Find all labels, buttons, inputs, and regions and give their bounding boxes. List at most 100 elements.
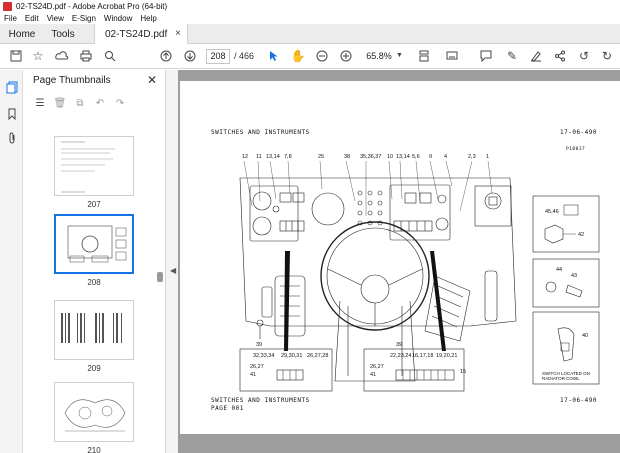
callout-label: 39 [396, 342, 402, 348]
callout-label: 9 [429, 154, 432, 160]
tab-bar: Home Tools 02-TS24D.pdf × [0, 24, 620, 44]
page-footer-right: 17-06-490 [560, 397, 598, 404]
tab-tools[interactable]: Tools [44, 24, 82, 44]
callout-label: 16,17,18 [412, 353, 433, 359]
acrobat-icon [3, 1, 12, 11]
zoom-out-icon[interactable] [314, 48, 330, 64]
fill-sign-icon[interactable] [528, 48, 544, 64]
menu-help[interactable]: Help [140, 14, 156, 23]
pdf-page: SWITCHES AND INSTRUMENTS 17-06-490 P1003… [180, 81, 620, 434]
callout-label: 11 [256, 154, 262, 160]
tab-home[interactable]: Home [0, 24, 44, 44]
thumbnail-image [54, 382, 134, 442]
close-panel-icon[interactable]: ✕ [147, 73, 157, 87]
cloud-upload-icon[interactable] [54, 48, 70, 64]
callout-label: 35,36,37 [360, 154, 381, 160]
share-icon[interactable] [552, 48, 568, 64]
toolbar: ☆ 208 / 466 ✋ 65.8% ▼ ✎ ↺ ↻ [0, 44, 620, 69]
callout-label: 39 [256, 342, 262, 348]
page-number-input[interactable]: 208 [206, 49, 230, 64]
callout-label: 42 [578, 232, 584, 238]
panel-toolbar: ☰ 🗑 ⧉ ↶ ↷ [24, 94, 166, 112]
window-title: 02-TS24D.pdf - Adobe Acrobat Pro (64-bit… [16, 1, 168, 11]
callout-label: 25 [318, 154, 324, 160]
menu-window[interactable]: Window [104, 14, 132, 23]
thumbnail-label: 207 [87, 200, 101, 209]
tab-document-label: 02-TS24D.pdf [105, 28, 168, 40]
menu-view[interactable]: View [47, 14, 64, 23]
menu-edit[interactable]: Edit [25, 14, 39, 23]
thumbnail-options-icon[interactable]: ☰ [33, 96, 47, 110]
rotate-left-icon[interactable]: ↺ [576, 48, 592, 64]
callout-label: 5,6 [412, 154, 420, 160]
callout-label: 1 [486, 154, 489, 160]
next-page-icon[interactable] [182, 48, 198, 64]
callout-label: 7,8 [284, 154, 292, 160]
callout-label: 44 [556, 267, 562, 273]
callout-label: 32,33,34 [253, 353, 274, 359]
page-footer-left: SWITCHES AND INSTRUMENTS [211, 397, 310, 404]
redo-icon[interactable]: ↷ [113, 96, 127, 110]
thumbnail-scrollbar[interactable] [157, 118, 163, 453]
pen-icon[interactable]: ✎ [504, 48, 520, 64]
chevron-down-icon[interactable]: ▼ [396, 52, 403, 59]
comment-icon[interactable] [478, 48, 494, 64]
menu-bar: File Edit View E-Sign Window Help [0, 12, 620, 24]
thumbnail-209[interactable]: 209 [54, 300, 134, 373]
callout-label: 2,3 [468, 154, 476, 160]
document-viewport[interactable]: SWITCHES AND INSTRUMENTS 17-06-490 P1003… [178, 70, 620, 453]
callout-label: 26,27 [370, 364, 384, 370]
previous-page-icon[interactable] [158, 48, 174, 64]
search-icon[interactable] [102, 48, 118, 64]
print-icon[interactable] [78, 48, 94, 64]
close-icon[interactable]: × [175, 28, 181, 39]
panel-title: Page Thumbnails [33, 75, 111, 86]
callout-label: 45,46 [545, 209, 559, 215]
thumbnail-207[interactable]: 207 [54, 136, 134, 209]
callout-label: 12 [242, 154, 248, 160]
save-icon[interactable] [8, 48, 24, 64]
thumbnail-image [54, 136, 134, 196]
callout-label: 43 [571, 273, 577, 279]
thumbnail-label: 209 [87, 364, 101, 373]
tab-document[interactable]: 02-TS24D.pdf × [94, 24, 188, 44]
select-cursor-icon[interactable] [266, 48, 282, 64]
callout-label: 22,23,24 [390, 353, 411, 359]
page-display-icon[interactable] [416, 48, 432, 64]
zoom-in-icon[interactable] [338, 48, 354, 64]
callout-label: 26,27 [250, 364, 264, 370]
rotate-right-icon[interactable]: ↻ [599, 48, 615, 64]
callout-label: 29,30,31 [281, 353, 302, 359]
keyboard-icon[interactable] [444, 48, 460, 64]
menu-esign[interactable]: E-Sign [72, 14, 96, 23]
title-bar: 02-TS24D.pdf - Adobe Acrobat Pro (64-bit… [0, 0, 620, 12]
collapse-panel-icon[interactable]: ◀ [170, 266, 176, 275]
trash-icon[interactable]: 🗑 [53, 96, 67, 110]
bookmark-icon[interactable] [4, 106, 19, 121]
undo-icon[interactable]: ↶ [93, 96, 107, 110]
zoom-level-select[interactable]: 65.8% [360, 49, 398, 64]
note-text: RADIATOR COWL [542, 376, 580, 381]
panel-splitter[interactable]: ◀ [166, 70, 178, 453]
callout-label: 13,14 [266, 154, 280, 160]
thumbnail-208[interactable]: 208 [54, 214, 134, 287]
callout-label: 38 [344, 154, 350, 160]
thumbnail-210[interactable]: 210 [54, 382, 134, 453]
hand-tool-icon[interactable]: ✋ [290, 48, 306, 64]
callout-label: 10 [387, 154, 393, 160]
thumbnails-icon[interactable] [4, 80, 19, 95]
attachment-icon[interactable] [4, 130, 19, 145]
scrollbar-thumb[interactable] [157, 272, 163, 282]
star-icon[interactable]: ☆ [30, 48, 46, 64]
callout-label: 15 [460, 369, 466, 375]
insert-pages-icon[interactable]: ⧉ [73, 96, 87, 110]
callout-label: 19,20,21 [436, 353, 457, 359]
thumbnail-panel: Page Thumbnails ✕ ☰ 🗑 ⧉ ↶ ↷ 207 208 209 … [24, 70, 166, 453]
callout-label: 40 [582, 333, 588, 339]
dashboard-diagram: 12 11 13,14 7,8 25 38 35,36,37 10 13,14 … [239, 154, 600, 392]
page-count: / 466 [234, 51, 255, 61]
callout-label: 41 [370, 372, 376, 378]
menu-file[interactable]: File [4, 14, 17, 23]
callout-label: 41 [250, 372, 256, 378]
thumbnail-image [54, 300, 134, 360]
